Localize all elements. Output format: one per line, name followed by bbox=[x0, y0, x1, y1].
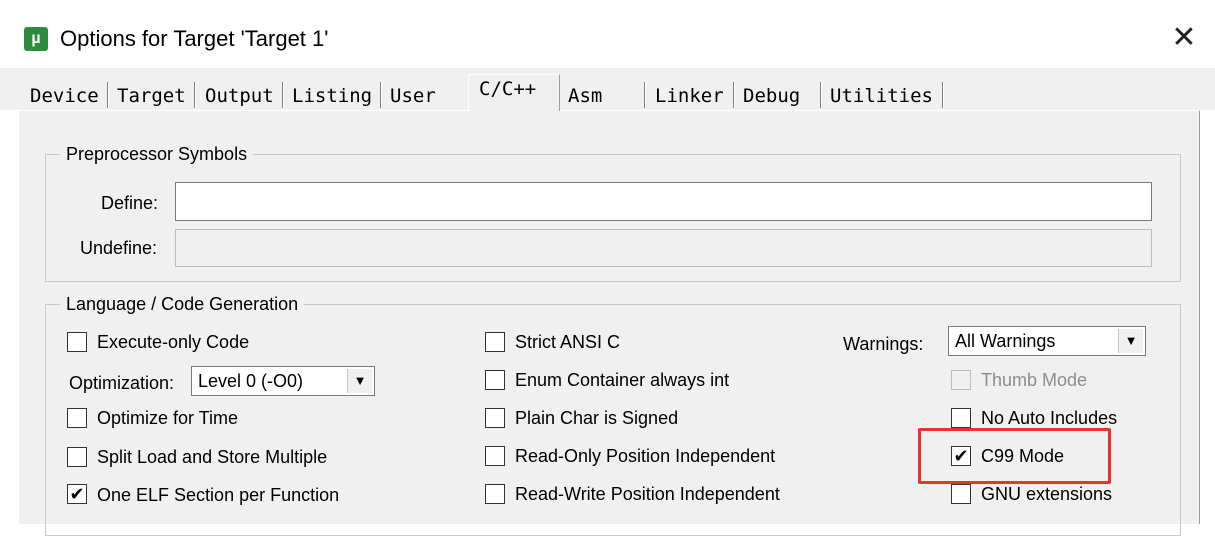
define-input[interactable] bbox=[175, 182, 1152, 221]
ropi-checkbox[interactable] bbox=[485, 446, 505, 466]
strict-ansi-c-checkbox[interactable] bbox=[485, 332, 505, 352]
tab-separator bbox=[282, 82, 284, 108]
split-load-store-checkbox[interactable] bbox=[67, 447, 87, 467]
optimization-select[interactable]: Level 0 (-O0) ▼ bbox=[191, 366, 375, 396]
no-auto-includes-label: No Auto Includes bbox=[981, 408, 1118, 428]
tab-utilities[interactable]: Utilities bbox=[830, 82, 933, 110]
enum-container-label: Enum Container always int bbox=[515, 370, 730, 390]
thumb-mode-checkbox bbox=[951, 370, 971, 390]
tab-asm[interactable]: Asm bbox=[568, 82, 602, 110]
tab-linker[interactable]: Linker bbox=[655, 82, 724, 110]
strict-ansi-c-label: Strict ANSI C bbox=[515, 332, 621, 352]
title-bar: µ Options for Target 'Target 1' ✕ bbox=[0, 0, 1215, 68]
warnings-select[interactable]: All Warnings ▼ bbox=[948, 326, 1146, 356]
enum-container-checkbox[interactable] bbox=[485, 370, 505, 390]
tab-separator bbox=[194, 82, 196, 108]
tab-separator bbox=[820, 82, 822, 108]
tab-listing[interactable]: Listing bbox=[292, 82, 372, 110]
optimization-value: Level 0 (-O0) bbox=[198, 371, 304, 391]
no-auto-includes-checkbox[interactable] bbox=[951, 408, 971, 428]
plain-char-signed-checkbox[interactable] bbox=[485, 408, 505, 428]
undefine-input bbox=[175, 229, 1152, 267]
tab-separator bbox=[942, 82, 944, 108]
tab-c-cpp[interactable]: C/C++ bbox=[468, 74, 560, 111]
gnu-extensions-checkbox[interactable] bbox=[951, 484, 971, 504]
execute-only-code-checkbox[interactable] bbox=[67, 332, 87, 352]
tab-separator bbox=[644, 82, 646, 108]
ropi-label: Read-Only Position Independent bbox=[515, 446, 776, 466]
execute-only-code-label: Execute-only Code bbox=[97, 332, 250, 352]
rwpi-checkbox[interactable] bbox=[485, 484, 505, 504]
one-elf-section-label: One ELF Section per Function bbox=[97, 485, 340, 505]
tab-separator bbox=[380, 82, 382, 108]
thumb-mode-label: Thumb Mode bbox=[981, 370, 1088, 390]
close-icon[interactable]: ✕ bbox=[1166, 20, 1202, 56]
window-title: Options for Target 'Target 1' bbox=[60, 26, 329, 51]
check-mark-icon: ✔ bbox=[69, 484, 85, 504]
language-code-generation-legend: Language / Code Generation bbox=[60, 293, 305, 315]
warnings-value: All Warnings bbox=[955, 331, 1056, 351]
keil-uvision-icon: µ bbox=[24, 27, 48, 51]
tab-separator bbox=[107, 82, 109, 108]
tab-output[interactable]: Output bbox=[205, 82, 274, 110]
one-elf-section-checkbox[interactable]: ✔ bbox=[67, 484, 87, 504]
optimization-label: Optimization: bbox=[69, 373, 175, 393]
tab-device[interactable]: Device bbox=[30, 82, 99, 110]
chevron-down-icon[interactable]: ▼ bbox=[1118, 329, 1143, 353]
preprocessor-symbols-legend: Preprocessor Symbols bbox=[60, 143, 254, 165]
chevron-down-icon[interactable]: ▼ bbox=[347, 369, 372, 393]
tab-separator bbox=[733, 82, 735, 108]
split-load-store-label: Split Load and Store Multiple bbox=[97, 447, 328, 467]
plain-char-signed-label: Plain Char is Signed bbox=[515, 408, 679, 428]
rwpi-label: Read-Write Position Independent bbox=[515, 484, 780, 504]
warnings-label: Warnings: bbox=[843, 334, 924, 354]
tab-user[interactable]: User bbox=[390, 82, 436, 110]
undefine-label: Undefine: bbox=[80, 238, 158, 258]
tab-debug[interactable]: Debug bbox=[743, 82, 800, 110]
c99-mode-highlight bbox=[918, 428, 1111, 484]
gnu-extensions-label: GNU extensions bbox=[981, 484, 1113, 504]
tab-target[interactable]: Target bbox=[117, 82, 186, 110]
optimize-for-time-label: Optimize for Time bbox=[97, 408, 239, 428]
tab-strip: Device Target Output Listing User C/C++ … bbox=[0, 68, 1215, 111]
define-label: Define: bbox=[101, 193, 159, 213]
optimize-for-time-checkbox[interactable] bbox=[67, 408, 87, 428]
